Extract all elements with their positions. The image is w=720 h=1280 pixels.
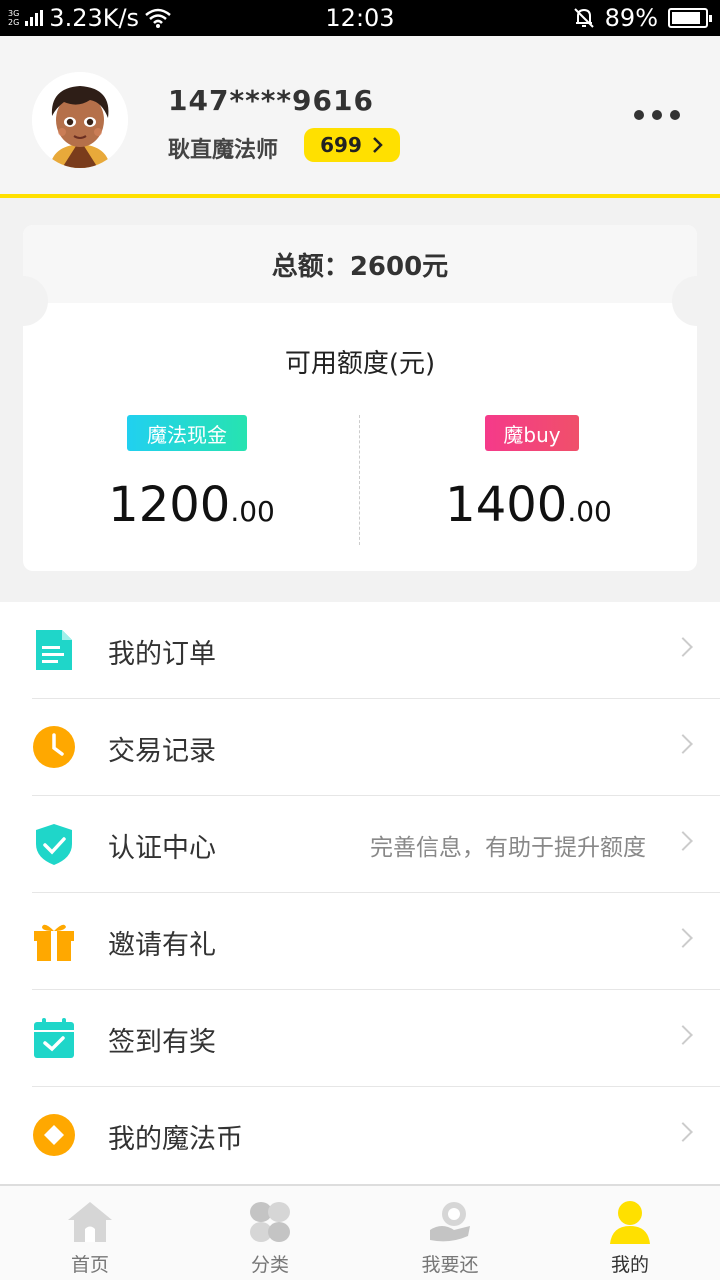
tab-label: 分类 — [250, 1254, 289, 1276]
gift-icon — [34, 924, 74, 961]
tab-category[interactable]: 分类 — [180, 1186, 360, 1280]
tab-home[interactable]: 首页 — [0, 1186, 180, 1280]
buy-dec: .00 — [567, 495, 612, 528]
notification-muted-icon — [573, 8, 594, 28]
menu-item-transactions[interactable]: 交易记录 — [0, 699, 720, 796]
menu-item-label: 交易记录 — [108, 736, 216, 767]
category-icon — [250, 1202, 290, 1242]
magic-cash-amount: 1200.00 — [23, 477, 360, 533]
user-icon — [610, 1201, 650, 1244]
profile-header: 147****9616 耿直魔法师 699 — [0, 36, 720, 198]
menu-list: 我的订单 交易记录 认证中心 完善信息，有助于提升额度 邀请有礼 签到有奖 我的… — [0, 602, 720, 1184]
avatar[interactable] — [32, 72, 128, 168]
tab-label: 我要还 — [421, 1254, 479, 1276]
menu-item-my-orders[interactable]: 我的订单 — [0, 602, 720, 699]
status-bar: 3G 2G 3.23K/s 12:03 89% — [0, 0, 720, 36]
document-icon — [36, 630, 72, 670]
chevron-right-icon — [673, 1025, 693, 1045]
battery-percent: 89% — [604, 4, 658, 32]
menu-item-checkin[interactable]: 签到有奖 — [0, 990, 720, 1087]
tab-label: 我的 — [610, 1254, 649, 1276]
nickname: 耿直魔法师 — [168, 138, 279, 163]
buy-int: 1400 — [445, 477, 568, 533]
tab-label: 首页 — [70, 1254, 109, 1276]
home-icon — [68, 1202, 112, 1242]
menu-item-label: 认证中心 — [108, 833, 216, 864]
chevron-right-icon — [673, 1122, 693, 1142]
menu-item-verification[interactable]: 认证中心 完善信息，有助于提升额度 — [0, 796, 720, 893]
magic-buy-amount: 1400.00 — [360, 477, 697, 533]
chevron-right-icon — [372, 137, 383, 153]
calendar-check-icon — [34, 1018, 74, 1058]
chevron-right-icon — [673, 928, 693, 948]
phone-number: 147****9616 — [168, 84, 374, 117]
chevron-right-icon — [673, 831, 693, 851]
battery-icon — [668, 8, 712, 28]
credit-card-summary: 总额： 2600元 可用额度(元) 魔法现金 魔buy 1200.00 1400… — [23, 225, 697, 571]
avatar-illustration — [32, 72, 128, 168]
total-value: 2600元 — [349, 251, 449, 282]
menu-item-label: 我的订单 — [108, 639, 216, 670]
coin-icon — [33, 1114, 75, 1156]
menu-item-label: 邀请有礼 — [108, 930, 216, 961]
menu-item-hint: 完善信息，有助于提升额度 — [370, 835, 646, 861]
magic-cash-tag: 魔法现金 — [127, 415, 247, 451]
chevron-right-icon — [673, 637, 693, 657]
repay-icon — [430, 1202, 470, 1242]
available-credit-title: 可用额度(元) — [284, 349, 436, 379]
total-row: 总额： 2600元 — [23, 225, 697, 303]
clock-icon — [33, 726, 75, 768]
more-options-icon[interactable] — [634, 110, 680, 120]
menu-item-label: 我的魔法币 — [108, 1124, 243, 1155]
menu-item-invite[interactable]: 邀请有礼 — [0, 893, 720, 990]
magic-buy-tag: 魔buy — [485, 415, 579, 451]
total-label: 总额： — [271, 251, 350, 282]
chevron-right-icon — [673, 734, 693, 754]
tab-repay[interactable]: 我要还 — [360, 1186, 540, 1280]
tab-mine[interactable]: 我的 — [540, 1186, 720, 1280]
bottom-tab-bar: 首页 分类 我要还 我的 — [0, 1184, 720, 1280]
cash-dec: .00 — [230, 495, 275, 528]
cash-int: 1200 — [108, 477, 231, 533]
menu-item-magic-coins[interactable]: 我的魔法币 — [0, 1087, 720, 1184]
score-badge[interactable]: 699 — [304, 128, 400, 162]
score-value: 699 — [320, 133, 362, 157]
shield-check-icon — [36, 824, 72, 865]
menu-item-label: 签到有奖 — [108, 1027, 216, 1058]
